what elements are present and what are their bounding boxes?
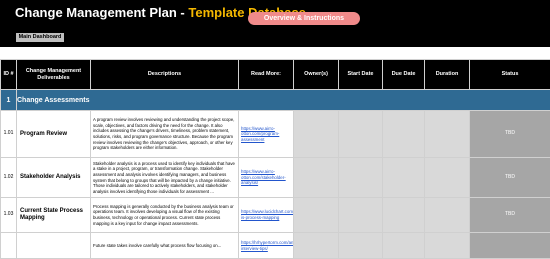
row-description[interactable]: Process mapping is generally conducted b…: [91, 198, 239, 233]
row-owner-cell[interactable]: [294, 158, 339, 198]
col-status: Status: [470, 60, 550, 90]
overview-instructions-button[interactable]: Overview & Instructions: [248, 12, 360, 25]
nav-bar: [0, 27, 550, 47]
header-row: ID # Change Management Deliverables Desc…: [1, 60, 550, 90]
row-id: 1.03: [1, 198, 17, 233]
row-description[interactable]: Stakeholder analysis is a process used t…: [91, 158, 239, 198]
section-label: Change Assessments: [17, 90, 550, 111]
col-id: ID #: [1, 60, 17, 90]
spacer-band: [0, 47, 550, 59]
row-deliverable[interactable]: [17, 233, 91, 259]
row-due-date-cell[interactable]: [383, 158, 425, 198]
col-duration: Duration: [425, 60, 470, 90]
row-owner-cell[interactable]: [294, 233, 339, 259]
row-start-date-cell[interactable]: [339, 158, 383, 198]
row-read-more-link[interactable]: https://www.airro-otton.com/program-asse…: [239, 111, 294, 158]
row-owner-cell[interactable]: [294, 198, 339, 233]
row-duration-cell[interactable]: [425, 111, 470, 158]
row-status[interactable]: TBD: [470, 198, 550, 233]
col-deliverables: Change Management Deliverables: [17, 60, 91, 90]
row-deliverable[interactable]: Current State Process Mapping: [17, 198, 91, 233]
row-owner-cell[interactable]: [294, 111, 339, 158]
row-due-date-cell[interactable]: [383, 111, 425, 158]
row-deliverable[interactable]: Stakeholder Analysis: [17, 158, 91, 198]
row-read-more-link[interactable]: https://hrhypertorm.com/ance-interview-t…: [239, 233, 294, 259]
table-row: Future state takes involve carefully wha…: [1, 233, 550, 259]
row-status[interactable]: TBD: [470, 158, 550, 198]
deliverables-table: ID # Change Management Deliverables Desc…: [0, 59, 550, 259]
row-duration-cell[interactable]: [425, 158, 470, 198]
table-row: 1.03 Current State Process Mapping Proce…: [1, 198, 550, 233]
title-main: Change Management Plan -: [15, 5, 188, 20]
col-descriptions: Descriptions: [91, 60, 239, 90]
col-start-date: Start Date: [339, 60, 383, 90]
col-due-date: Due Date: [383, 60, 425, 90]
row-due-date-cell[interactable]: [383, 198, 425, 233]
row-duration-cell[interactable]: [425, 233, 470, 259]
section-row: 1 Change Assessments: [1, 90, 550, 111]
row-read-more-link[interactable]: https://www.lucidchart.com/blog/what-is-…: [239, 198, 294, 233]
section-number: 1: [1, 90, 17, 111]
row-start-date-cell[interactable]: [339, 233, 383, 259]
table-row: 1.01 Program Review A program review inv…: [1, 111, 550, 158]
table-row: 1.02 Stakeholder Analysis Stakeholder an…: [1, 158, 550, 198]
row-id: [1, 233, 17, 259]
row-start-date-cell[interactable]: [339, 198, 383, 233]
row-id: 1.01: [1, 111, 17, 158]
col-owner: Owner(s): [294, 60, 339, 90]
row-due-date-cell[interactable]: [383, 233, 425, 259]
row-status[interactable]: TBD: [470, 111, 550, 158]
col-read-more: Read More:: [239, 60, 294, 90]
main-dashboard-button[interactable]: Main Dashboard: [16, 33, 64, 42]
row-description[interactable]: Future state takes involve carefully wha…: [91, 233, 239, 259]
row-id: 1.02: [1, 158, 17, 198]
row-status[interactable]: [470, 233, 550, 259]
row-description[interactable]: A program review involves reviewing and …: [91, 111, 239, 158]
row-start-date-cell[interactable]: [339, 111, 383, 158]
row-read-more-link[interactable]: https://www.airro-otton.com/stakeholder-…: [239, 158, 294, 198]
row-deliverable[interactable]: Program Review: [17, 111, 91, 158]
row-duration-cell[interactable]: [425, 198, 470, 233]
